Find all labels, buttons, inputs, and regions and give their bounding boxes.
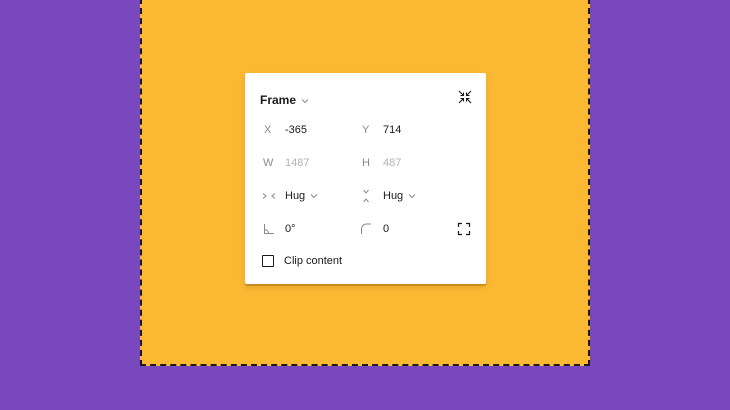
height-input[interactable]: 487 xyxy=(383,156,401,170)
x-label: X xyxy=(264,124,272,136)
frame-type-dropdown[interactable]: Frame xyxy=(260,90,309,109)
y-input[interactable]: 714 xyxy=(383,123,401,137)
chevron-down-icon xyxy=(301,91,309,109)
width-input[interactable]: 1487 xyxy=(285,156,309,170)
y-label: Y xyxy=(362,124,370,136)
frame-properties-panel: Frame X -365 Y 714 W 1487 H 487 Hug Hug … xyxy=(245,73,486,284)
panel-title: Frame xyxy=(260,92,297,107)
clip-content-label: Clip content xyxy=(284,255,343,267)
corner-radius-icon xyxy=(359,222,373,236)
clip-content-checkbox[interactable] xyxy=(262,255,274,267)
x-input[interactable]: -365 xyxy=(285,123,307,137)
corner-radius-input[interactable]: 0 xyxy=(383,222,389,236)
h-label: H xyxy=(362,157,370,169)
vertical-resizing-value: Hug xyxy=(383,190,404,202)
independent-corners-icon[interactable] xyxy=(457,222,471,236)
w-label: W xyxy=(263,157,274,169)
rotation-angle-icon xyxy=(262,222,276,236)
vertical-resizing-dropdown[interactable]: Hug xyxy=(383,189,416,203)
horizontal-resizing-value: Hug xyxy=(285,190,306,202)
chevron-down-icon xyxy=(408,189,416,203)
horizontal-resizing-dropdown[interactable]: Hug xyxy=(285,189,318,203)
collapse-arrows-icon[interactable] xyxy=(458,90,472,104)
rotation-input[interactable]: 0° xyxy=(285,222,296,236)
vertical-hug-icon xyxy=(359,189,373,203)
chevron-down-icon xyxy=(310,189,318,203)
horizontal-hug-icon xyxy=(262,189,276,203)
clip-content-toggle[interactable]: Clip content xyxy=(262,254,342,268)
